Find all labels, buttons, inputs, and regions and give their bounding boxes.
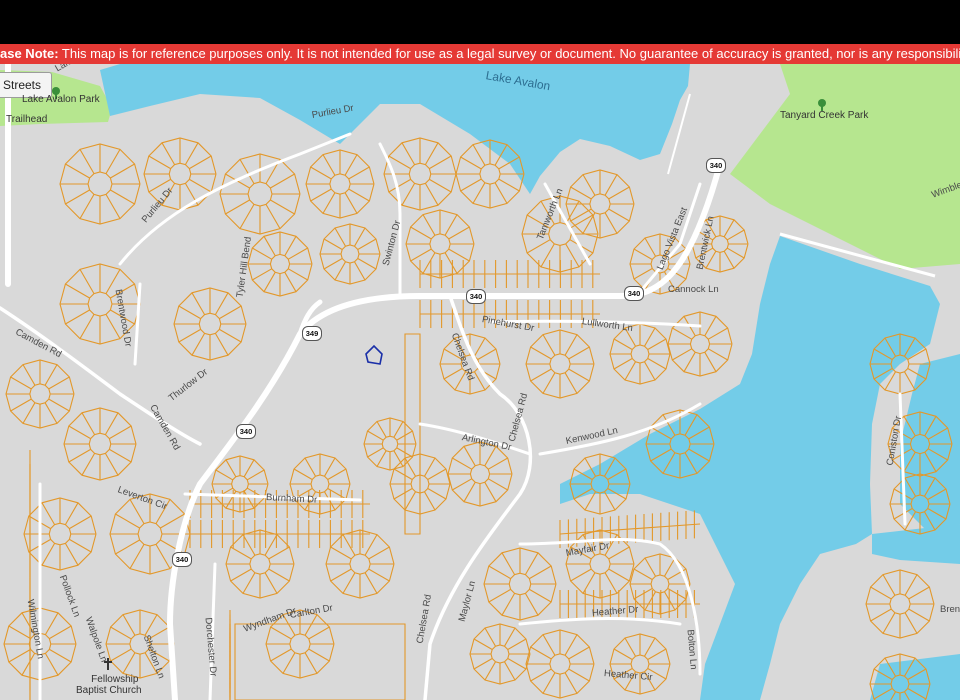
parcel-line bbox=[589, 553, 611, 575]
map-canvas[interactable]: Streets Lake Avalon Lake Avalon Park Tra… bbox=[0, 64, 960, 700]
route-shield-340: 340 bbox=[624, 286, 644, 301]
parcel-line bbox=[29, 383, 51, 405]
parcel-line bbox=[650, 574, 670, 594]
route-shield-340: 340 bbox=[466, 289, 486, 304]
parcel-line bbox=[269, 253, 291, 275]
parcel-line bbox=[349, 553, 371, 575]
parcel-line bbox=[226, 530, 294, 598]
parcel-line bbox=[526, 330, 594, 398]
parcel-line bbox=[479, 163, 501, 185]
parcel-line bbox=[689, 333, 711, 355]
parcel-line bbox=[168, 162, 192, 186]
parcel-line bbox=[484, 548, 556, 620]
parcel-line bbox=[526, 630, 594, 698]
parcel-line bbox=[340, 244, 360, 264]
parcel-line bbox=[711, 235, 729, 253]
parcel-line bbox=[559, 523, 701, 535]
parcel-line bbox=[64, 408, 136, 480]
parcel-line bbox=[469, 463, 491, 485]
parcel-line bbox=[234, 623, 406, 700]
parcel-line bbox=[610, 324, 670, 384]
parcel-line bbox=[589, 193, 611, 215]
parcel-line bbox=[88, 432, 112, 456]
lake-cove-water bbox=[872, 524, 960, 564]
parcel-line bbox=[406, 210, 474, 278]
parcel-line bbox=[248, 232, 312, 296]
park-tanyard-creek bbox=[730, 64, 960, 269]
parcel-line bbox=[490, 644, 510, 664]
street-label-cannock-ln: Cannock Ln bbox=[668, 284, 719, 295]
trailhead-label: Trailhead bbox=[6, 114, 48, 125]
parcel-line bbox=[289, 633, 311, 655]
parcel-line bbox=[249, 553, 271, 575]
parcel-line bbox=[48, 522, 72, 546]
parcel-line bbox=[630, 344, 650, 364]
parcel-marker-icon bbox=[365, 344, 383, 365]
road-chelsea bbox=[423, 294, 533, 700]
main-lake-water bbox=[560, 236, 940, 700]
route-shield-340: 340 bbox=[172, 552, 192, 567]
road-heather bbox=[518, 617, 682, 626]
parcel-line bbox=[630, 554, 690, 614]
parcel-line bbox=[231, 475, 249, 493]
church-label-line2: Baptist Church bbox=[76, 685, 142, 696]
parcel-line bbox=[87, 171, 113, 197]
parcel-line bbox=[364, 418, 416, 470]
route-shield-349: 349 bbox=[302, 326, 322, 341]
parcel-line bbox=[174, 288, 246, 360]
parcel-line bbox=[549, 353, 571, 375]
parcel-line bbox=[566, 170, 634, 238]
top-bar bbox=[0, 0, 960, 44]
parcel-line bbox=[329, 173, 351, 195]
parcel-line bbox=[508, 572, 532, 596]
disclaimer-text: This map is for reference purposes only.… bbox=[61, 46, 960, 61]
street-label-bren: Bren bbox=[940, 604, 960, 615]
parcel-line bbox=[320, 224, 380, 284]
parcel-line bbox=[87, 291, 113, 317]
parcel-line bbox=[889, 593, 911, 615]
parcel-line bbox=[549, 653, 571, 675]
parcel-line bbox=[470, 624, 530, 684]
map-svg bbox=[0, 64, 960, 700]
route-shield-340: 340 bbox=[236, 424, 256, 439]
parcel-line bbox=[6, 360, 74, 428]
parcel-line bbox=[668, 312, 732, 376]
disclaimer-prefix: ase Note: bbox=[0, 46, 59, 61]
tanyard-creek-park-label: Tanyard Creek Park bbox=[780, 110, 869, 121]
lake-avalon-park-label: Lake Avalon Park bbox=[22, 94, 100, 105]
church-label-line1: Fellowship bbox=[91, 674, 139, 685]
parcel-line bbox=[137, 521, 163, 547]
parcel-line bbox=[610, 634, 670, 694]
parcel-line bbox=[866, 570, 934, 638]
parcel-line bbox=[429, 233, 451, 255]
parcel-line bbox=[326, 530, 394, 598]
parcel-line bbox=[220, 154, 300, 234]
disclaimer-banner: ase Note: This map is for reference purp… bbox=[0, 44, 960, 64]
church-label: Fellowship Baptist Church bbox=[76, 674, 142, 696]
parcel-line bbox=[247, 181, 273, 207]
parcel-line bbox=[381, 435, 399, 453]
parcel-line bbox=[198, 312, 222, 336]
parcel-line bbox=[306, 150, 374, 218]
route-shield-340: 340 bbox=[706, 158, 726, 173]
parcel-line bbox=[408, 162, 432, 186]
parcel-line bbox=[24, 498, 96, 570]
parcel-line bbox=[60, 144, 140, 224]
